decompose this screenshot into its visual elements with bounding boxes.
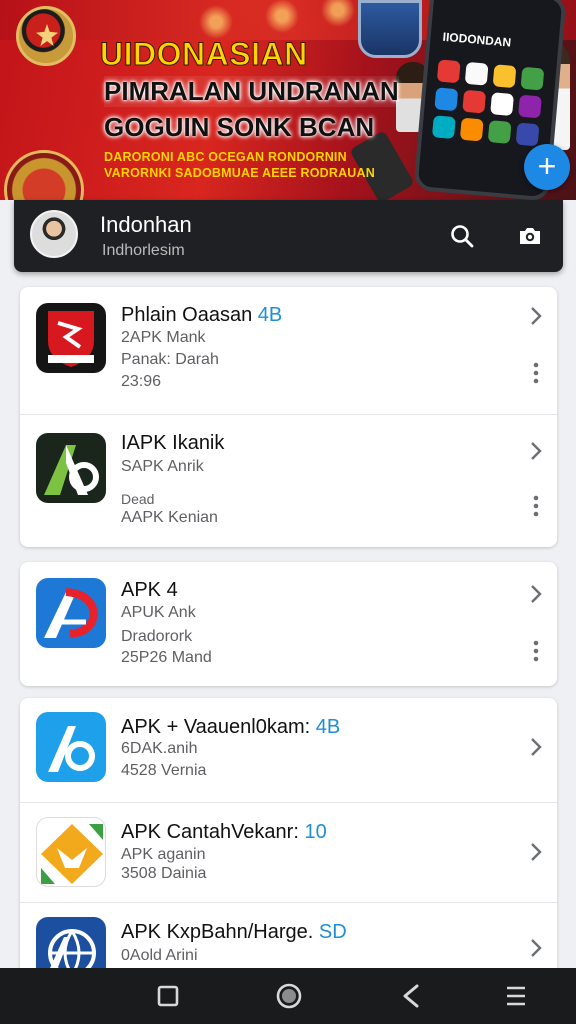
app-list-card: APK + Vaauenl0kam: 4B 6DAK.anih 4528 Ver… xyxy=(20,698,557,998)
app-title-text: Phlain Oaasan xyxy=(121,304,253,326)
menu-icon[interactable] xyxy=(500,980,532,1012)
phone-app-icon xyxy=(434,87,459,112)
list-item[interactable]: IAPK Ikanik SAPK Anrik Dead AAPK Kenian xyxy=(20,414,557,547)
phone-app-grid xyxy=(431,59,545,147)
garuda-emblem-icon xyxy=(16,6,76,66)
app-meta: 2APK Mank xyxy=(121,329,206,346)
chevron-right-icon[interactable] xyxy=(529,583,543,605)
app-meta: SAPK Anrik xyxy=(121,458,204,475)
app-title: APK 4 xyxy=(121,579,178,602)
app-tag: 4B xyxy=(315,716,341,738)
phone-app-icon xyxy=(487,120,512,144)
phone-screen-title: IIODONDAN xyxy=(442,29,512,50)
search-icon[interactable] xyxy=(448,222,476,250)
apk-b-blue-icon xyxy=(36,712,106,782)
phone-app-icon xyxy=(459,117,484,142)
app-title-text: APK KxpBahn/Harge. xyxy=(121,921,314,943)
app-tag: SD xyxy=(318,921,347,943)
chevron-right-icon[interactable] xyxy=(529,841,543,863)
list-item[interactable]: APK + Vaauenl0kam: 4B 6DAK.anih 4528 Ver… xyxy=(20,698,557,802)
phone-app-icon xyxy=(464,61,489,86)
app-meta: 3508 Dainia xyxy=(121,865,207,882)
app-meta: APK aganin xyxy=(121,846,206,863)
app-title: APK CantahVekanr: 10 xyxy=(121,821,327,844)
apk-a-blue-red-icon xyxy=(36,578,106,648)
apk-fox-icon-art xyxy=(41,824,103,884)
seal-badge-icon xyxy=(4,150,84,200)
system-nav-bar xyxy=(0,968,576,1024)
recent-apps-icon[interactable] xyxy=(152,980,184,1012)
list-item[interactable]: APK CantahVekanr: 10 APK aganin 3508 Dai… xyxy=(20,802,557,902)
app-title: APK KxpBahn/Harge. SD xyxy=(121,921,347,944)
phone-app-icon xyxy=(492,64,517,89)
apk-b-blue-icon-art xyxy=(48,726,95,772)
phone-app-icon xyxy=(520,66,545,91)
app-title-text: APK + Vaauenl0kam: xyxy=(121,716,311,738)
app-tag: 10 xyxy=(304,821,327,843)
shield-app-icon-art xyxy=(48,311,94,367)
app-meta: APUK Ank xyxy=(121,604,196,621)
more-vert-icon[interactable] xyxy=(533,362,539,384)
app-meta: 0Aold Arini xyxy=(121,947,198,964)
camera-icon[interactable] xyxy=(516,222,544,250)
app-list-card: Phlain Oaasan 4B 2APK Mank Panak: Darah … xyxy=(20,287,557,547)
header-title: Indonhan xyxy=(100,212,192,237)
app-tag: 4B xyxy=(257,304,283,326)
plus-icon[interactable]: + xyxy=(524,144,570,190)
app-meta: 6DAK.anih xyxy=(121,740,198,757)
apk-a-dark-icon-art xyxy=(44,445,99,495)
phone-app-icon xyxy=(462,89,487,114)
banner-caption-2: VARORNKI SADOBMUAE AEEE RODRAUAN xyxy=(104,166,375,180)
phone-app-icon xyxy=(490,92,514,117)
phone-app-icon xyxy=(515,122,540,147)
more-vert-icon[interactable] xyxy=(533,640,539,662)
app-meta: AAPK Kenian xyxy=(121,509,218,526)
promo-banner[interactable]: IIODONDAN UIDONASIAN PIMRALAN UNDRANAN G… xyxy=(0,0,576,200)
app-meta: Dradorork xyxy=(121,628,193,645)
app-meta: 25P26 Mand xyxy=(121,649,212,666)
banner-caption: DARORONI ABC OCEGAN RONDORNIN xyxy=(104,150,347,164)
app-header: Indonhan Indhorlesim xyxy=(14,200,563,272)
chevron-right-icon[interactable] xyxy=(529,937,543,959)
app-meta: 4528 Vernia xyxy=(121,762,207,779)
shield-illustration xyxy=(358,0,422,58)
app-meta: 23:96 xyxy=(121,373,162,390)
chevron-right-icon[interactable] xyxy=(529,440,543,462)
app-title: IAPK Ikanik xyxy=(121,432,224,455)
header-subtitle: Indhorlesim xyxy=(102,242,185,259)
chevron-right-icon[interactable] xyxy=(529,305,543,327)
more-vert-icon[interactable] xyxy=(533,495,539,517)
app-title: Phlain Oaasan 4B xyxy=(121,304,282,327)
app-list-card: APK 4 APUK Ank Dradorork 25P26 Mand xyxy=(20,562,557,686)
apk-fox-icon xyxy=(36,817,106,887)
banner-title: UIDONASIAN xyxy=(100,36,308,73)
app-meta: Dead xyxy=(121,491,155,507)
phone-app-icon xyxy=(436,59,461,84)
banner-subtitle-2: GOGUIN SONK BCAN xyxy=(104,112,375,142)
back-icon[interactable] xyxy=(395,980,427,1012)
avatar[interactable] xyxy=(30,210,78,258)
shield-app-icon xyxy=(36,303,106,373)
banner-subtitle: PIMRALAN UNDRANAN xyxy=(104,76,399,107)
app-meta: Panak: Darah xyxy=(121,351,219,368)
app-title: APK + Vaauenl0kam: 4B xyxy=(121,716,340,739)
phone-app-icon xyxy=(431,115,456,140)
apk-a-dark-icon xyxy=(36,433,106,503)
chevron-right-icon[interactable] xyxy=(529,736,543,758)
apk-a-blue-red-icon-art xyxy=(44,588,99,638)
list-item[interactable]: Phlain Oaasan 4B 2APK Mank Panak: Darah … xyxy=(20,287,557,414)
app-title-text: APK 4 xyxy=(121,579,178,601)
list-item[interactable]: APK 4 APUK Ank Dradorork 25P26 Mand xyxy=(20,562,557,686)
phone-app-icon xyxy=(518,94,542,119)
app-title-text: IAPK Ikanik xyxy=(121,432,225,454)
home-icon[interactable] xyxy=(273,980,305,1012)
app-title-text: APK CantahVekanr: xyxy=(121,821,299,843)
